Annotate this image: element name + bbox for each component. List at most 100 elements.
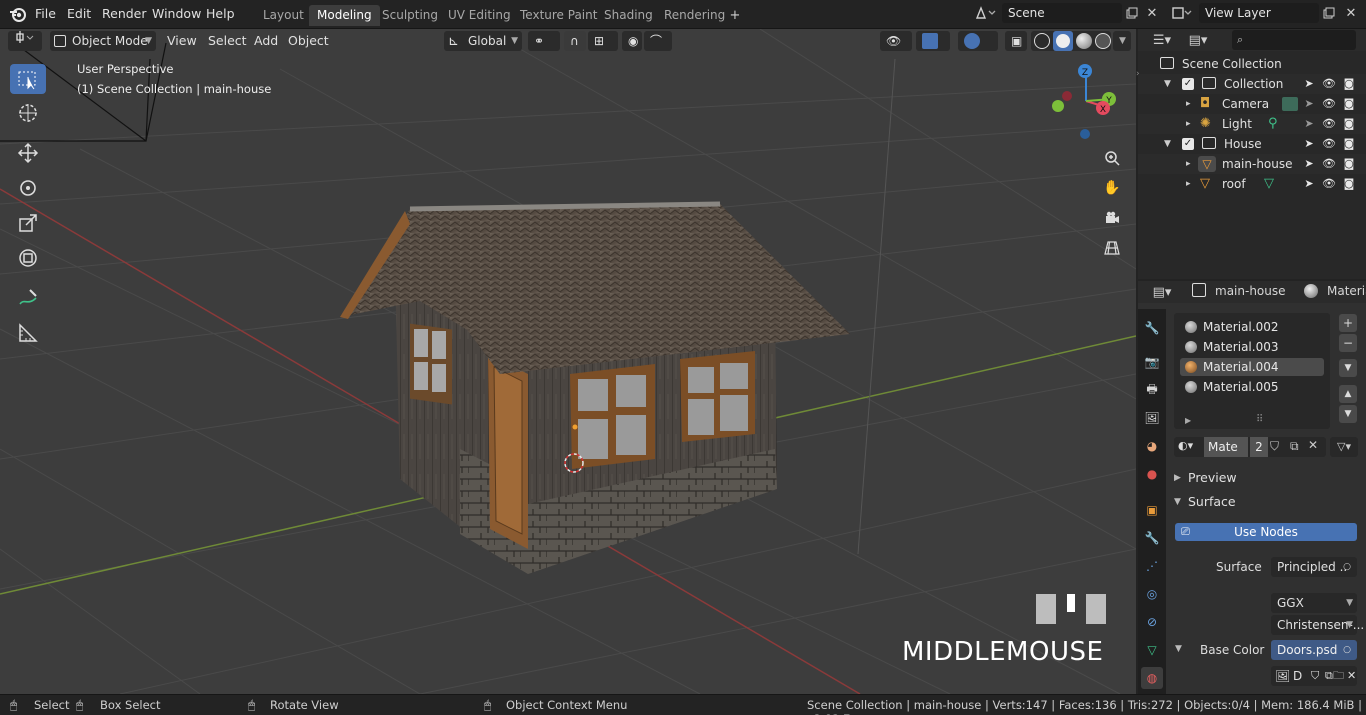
scale-tool[interactable] xyxy=(10,208,46,238)
add-workspace-icon[interactable]: + xyxy=(725,5,745,25)
outliner-editor-type-icon[interactable]: ☰▾ xyxy=(1146,30,1178,50)
menu-select[interactable]: Select xyxy=(208,33,247,48)
select-arrow-icon[interactable]: ➤ xyxy=(1302,97,1316,111)
render-camera-icon[interactable]: ◙ xyxy=(1342,77,1356,91)
tab-texture-paint[interactable]: Texture Paint xyxy=(512,5,605,26)
material-slot-004[interactable]: Material.004 xyxy=(1180,358,1324,376)
blender-logo-icon[interactable] xyxy=(9,5,27,26)
snap-target-icon[interactable]: ⊞ xyxy=(588,31,618,51)
camera-view-icon[interactable] xyxy=(1099,205,1125,231)
select-arrow-icon[interactable]: ➤ xyxy=(1302,117,1316,131)
select-arrow-icon[interactable]: ➤ xyxy=(1302,77,1316,91)
move-tool[interactable] xyxy=(10,138,46,168)
add-material-slot-button[interactable]: + xyxy=(1339,314,1357,332)
surface-panel-header[interactable]: ▼ Surface xyxy=(1166,491,1366,513)
pan-hand-icon[interactable]: ✋ xyxy=(1099,175,1125,201)
falloff-icon[interactable]: ⌒ xyxy=(644,31,672,51)
expand-chevron-icon[interactable]: ▸ xyxy=(1186,154,1191,174)
perspective-toggle-icon[interactable] xyxy=(1099,235,1125,261)
outliner-row-camera[interactable]: ▸ ◘ Camera ➤ 👁 ◙ xyxy=(1138,94,1366,114)
3d-viewport[interactable]: Object Mode ▼ View Select Add Object ⊾ G… xyxy=(0,29,1136,694)
tab-shading[interactable]: Shading xyxy=(596,5,661,26)
menu-window[interactable]: Window xyxy=(152,6,201,21)
subsurface-method-select[interactable]: Christensen-... ▼ xyxy=(1271,615,1364,635)
shading-options-chevron-icon[interactable]: ▼ xyxy=(1113,31,1131,51)
scene-tab-icon[interactable]: ◕ xyxy=(1141,435,1163,457)
distribution-select[interactable]: GGX ▼ xyxy=(1271,593,1357,613)
render-camera-icon[interactable]: ◙ xyxy=(1342,157,1356,171)
list-filter-chevron-icon[interactable]: ▶ xyxy=(1185,416,1191,425)
material-tab-icon[interactable]: ◍ xyxy=(1141,667,1163,689)
delete-view-layer-icon[interactable]: ✕ xyxy=(1341,3,1361,23)
outliner-row-collection[interactable]: ▼ ✓ Collection ➤ 👁 ◙ xyxy=(1138,74,1366,94)
new-view-layer-icon[interactable] xyxy=(1319,3,1339,23)
menu-help[interactable]: Help xyxy=(206,6,235,21)
material-datablock-selector[interactable]: ◐▾ Mate 2 ⛉ ⧉ ✕ xyxy=(1174,437,1326,457)
fake-user-shield-icon[interactable]: ⛉ xyxy=(1311,666,1319,686)
menu-render[interactable]: Render xyxy=(102,6,147,21)
outliner-row-scene-collection[interactable]: Scene Collection xyxy=(1138,54,1366,74)
image-name-field[interactable]: D xyxy=(1293,666,1302,686)
menu-add[interactable]: Add xyxy=(254,33,278,48)
expand-chevron-icon[interactable]: ▸ xyxy=(1186,174,1191,194)
menu-view[interactable]: View xyxy=(167,33,197,48)
outliner-search-input[interactable]: ⌕ xyxy=(1232,30,1356,50)
tab-sculpting[interactable]: Sculpting xyxy=(374,5,446,26)
gizmo-toggle-icon[interactable] xyxy=(916,31,950,51)
link-type-icon[interactable]: ▽▾ xyxy=(1330,437,1358,457)
scene-name-field[interactable]: Scene xyxy=(1002,3,1122,23)
render-camera-icon[interactable]: ◙ xyxy=(1342,117,1356,131)
outliner-row-light[interactable]: ▸ ✺ Light ⚲ ➤ 👁 ◙ xyxy=(1138,114,1366,134)
constraints-tab-icon[interactable]: ⊘ xyxy=(1141,611,1163,633)
eye-icon[interactable]: 👁 xyxy=(1322,117,1336,131)
select-arrow-icon[interactable]: ➤ xyxy=(1302,157,1316,171)
mode-selector[interactable]: Object Mode ▼ xyxy=(50,31,156,51)
particles-tab-icon[interactable]: ⋰ xyxy=(1141,555,1163,577)
eye-icon[interactable]: 👁 xyxy=(1322,157,1336,171)
tab-rendering[interactable]: Rendering xyxy=(656,5,733,26)
annotate-tool[interactable] xyxy=(10,283,46,313)
display-mode-icon[interactable]: ▤▾ xyxy=(1182,30,1214,50)
physics-tab-icon[interactable]: ◎ xyxy=(1141,583,1163,605)
render-camera-icon[interactable]: ◙ xyxy=(1342,97,1356,111)
material-slot-005[interactable]: Material.005 xyxy=(1180,378,1324,396)
view-layer-field[interactable]: View Layer xyxy=(1199,3,1319,23)
scene-selector-icon[interactable] xyxy=(972,3,1000,23)
material-specials-chevron-icon[interactable]: ▼ xyxy=(1339,359,1357,377)
checkbox-checked-icon[interactable]: ✓ xyxy=(1182,138,1194,150)
use-nodes-button[interactable]: ⎚ Use Nodes xyxy=(1175,523,1357,541)
zoom-icon[interactable] xyxy=(1099,145,1125,171)
view-layer-tab-icon[interactable]: 🖼 xyxy=(1141,407,1163,429)
material-shading-icon[interactable] xyxy=(1076,33,1092,49)
move-slot-up-button[interactable]: ▲ xyxy=(1339,385,1357,403)
proportional-edit-icon[interactable]: ◉ xyxy=(622,31,642,51)
select-arrow-icon[interactable]: ➤ xyxy=(1302,137,1316,151)
unlink-image-icon[interactable]: ✕ xyxy=(1347,666,1356,686)
material-slot-003[interactable]: Material.003 xyxy=(1180,338,1324,356)
expand-chevron-icon[interactable]: ▸ xyxy=(1186,114,1191,134)
modifier-tab-icon[interactable]: 🔧 xyxy=(1141,527,1163,549)
neg-z-axis-handle[interactable] xyxy=(1080,129,1090,139)
properties-editor-type-icon[interactable]: ▤▾ xyxy=(1146,282,1178,302)
snap-icon[interactable]: ∩ xyxy=(564,31,586,51)
rendered-shading-icon[interactable] xyxy=(1095,33,1111,49)
eye-icon[interactable]: 👁 xyxy=(1322,137,1336,151)
expand-chevron-icon[interactable]: ▸ xyxy=(1186,94,1191,114)
tab-modeling[interactable]: Modeling xyxy=(309,5,380,26)
transform-tool[interactable] xyxy=(10,243,46,273)
render-camera-icon[interactable]: ◙ xyxy=(1342,177,1356,191)
output-tab-icon[interactable]: 🖶 xyxy=(1141,379,1163,401)
editor-type-icon[interactable] xyxy=(8,31,42,51)
rotate-tool[interactable] xyxy=(10,173,46,203)
overlays-toggle-icon[interactable] xyxy=(958,31,998,51)
eye-icon[interactable]: 👁 xyxy=(1322,97,1336,111)
menu-file[interactable]: File xyxy=(35,6,56,21)
open-image-folder-icon[interactable]: 🗀 xyxy=(1333,666,1344,686)
camera-data-icon[interactable] xyxy=(1282,97,1298,111)
render-camera-icon[interactable]: ◙ xyxy=(1342,137,1356,151)
render-tab-icon[interactable]: 📷 xyxy=(1141,351,1163,373)
unlink-material-icon[interactable]: ✕ xyxy=(1308,438,1318,452)
transform-orientation-select[interactable]: ⊾ Global ▼ xyxy=(444,31,522,51)
select-arrow-icon[interactable]: ➤ xyxy=(1302,177,1316,191)
tab-uv-editing[interactable]: UV Editing xyxy=(440,5,519,26)
